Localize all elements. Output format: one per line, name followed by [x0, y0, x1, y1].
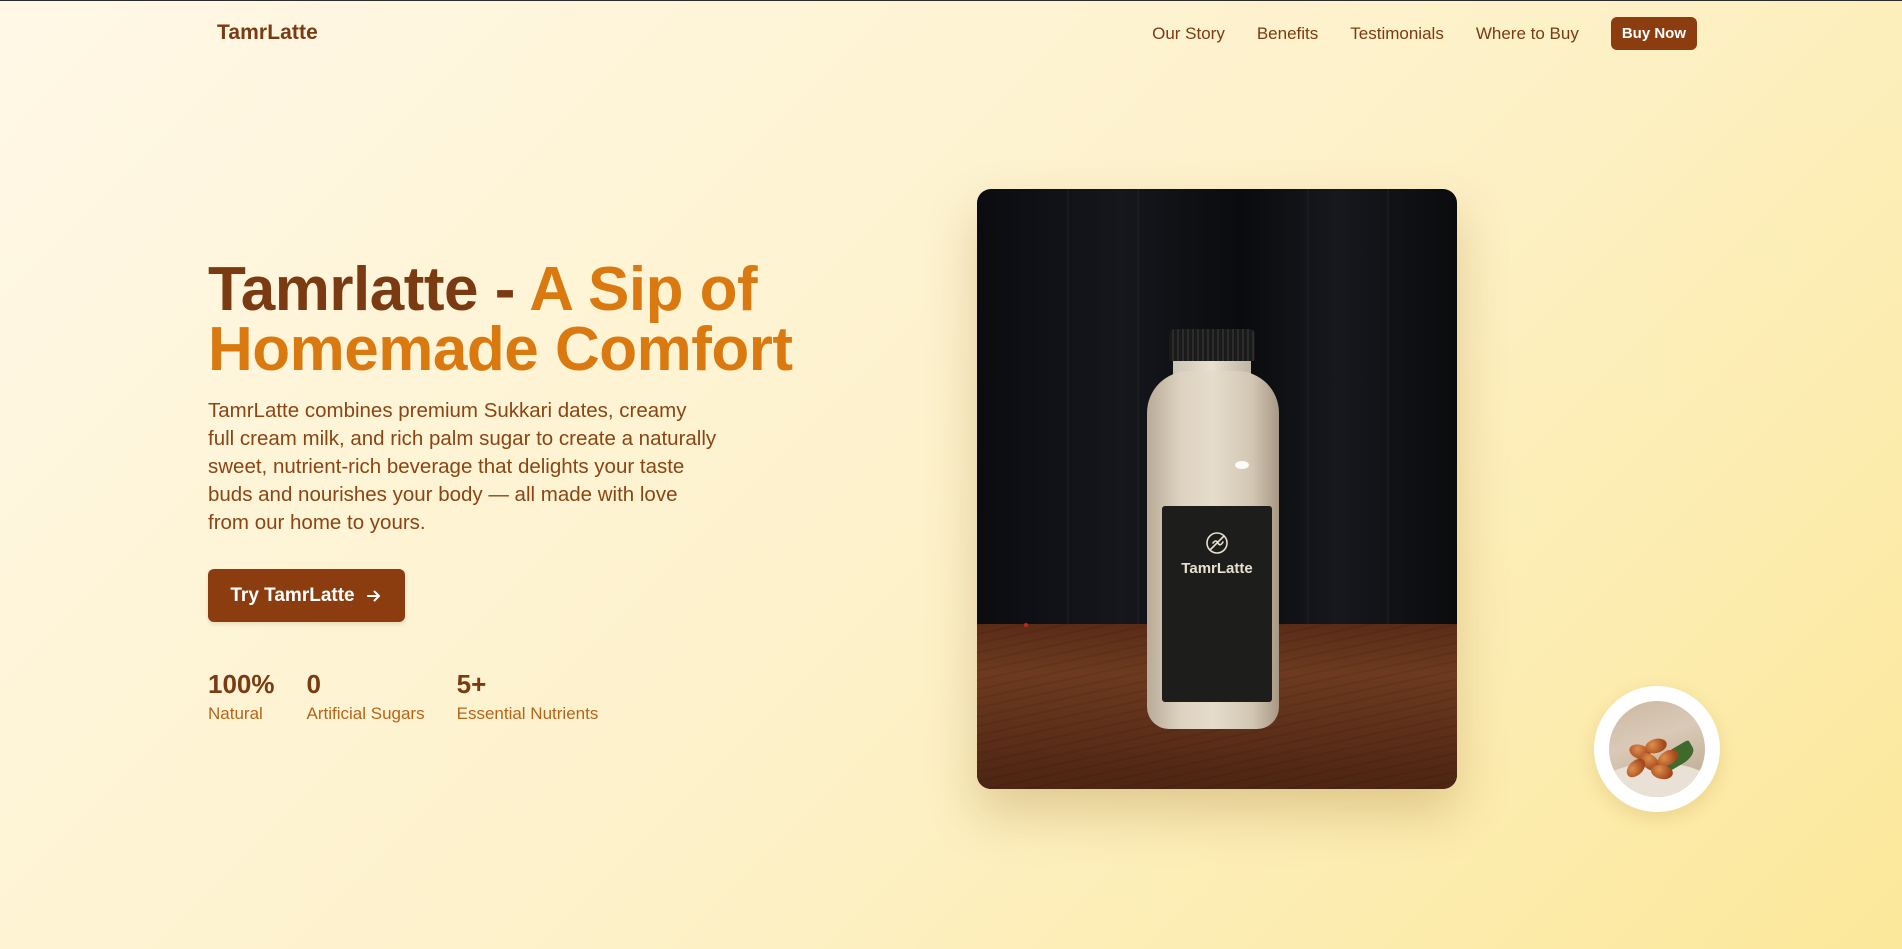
hero-description: TamrLatte combines premium Sukkari dates… [208, 399, 717, 534]
bottle-label: TamrLatte [1162, 506, 1272, 702]
bottle-cap [1169, 329, 1255, 361]
dates-thumbnail [1594, 686, 1720, 812]
bottle-body: TamrLatte [1147, 371, 1279, 729]
try-tamrlatte-button[interactable]: Try TamrLatte [208, 569, 405, 622]
drape-fold [1387, 189, 1389, 639]
stat-label: Essential Nutrients [456, 704, 599, 723]
product-photo: TamrLatte [977, 189, 1457, 789]
tamrlatte-bottle: TamrLatte [1147, 329, 1287, 729]
stat-value: 5+ [456, 669, 487, 699]
stat-natural: 100% Natural [208, 668, 275, 724]
top-nav: TamrLatte Our Story Benefits Testimonial… [0, 1, 1902, 67]
stat-value: 100% [208, 669, 275, 699]
drape-fold [1307, 189, 1309, 639]
stat-label: Natural [208, 704, 263, 723]
try-tamrlatte-label: Try TamrLatte [230, 584, 355, 606]
stat-value: 0 [306, 669, 321, 699]
bottle-shine [1235, 461, 1249, 469]
buy-now-button[interactable]: Buy Now [1610, 17, 1697, 50]
nav-link-testimonials[interactable]: Testimonials [1350, 18, 1444, 50]
drape-fold [1067, 189, 1069, 639]
hero-title-brand: Tamrlatte - [208, 255, 530, 324]
dates-photo [1609, 701, 1705, 797]
stat-essential-nutrients: 5+ Essential Nutrients [457, 668, 599, 724]
nav-link-where-to-buy[interactable]: Where to Buy [1476, 18, 1579, 50]
stat-artificial-sugars: 0 Artificial Sugars [307, 668, 425, 724]
hero-stats: 100% Natural 0 Artificial Sugars 5+ Esse… [208, 668, 630, 724]
arrow-right-icon [365, 587, 383, 605]
nav-links: Our Story Benefits Testimonials Where to… [1152, 17, 1902, 50]
nav-link-benefits[interactable]: Benefits [1257, 18, 1318, 50]
drape-fold [1137, 189, 1139, 639]
hero-title: Tamrlatte - A Sip of Homemade Comfort [208, 259, 848, 381]
red-dot [1024, 623, 1028, 627]
bottle-label-brand: TamrLatte [1181, 560, 1253, 577]
tamrlatte-logo-icon [1206, 532, 1228, 554]
nav-link-our-story[interactable]: Our Story [1152, 18, 1225, 50]
brand-logo[interactable]: TamrLatte [217, 21, 318, 45]
stat-label: Artificial Sugars [306, 704, 425, 723]
